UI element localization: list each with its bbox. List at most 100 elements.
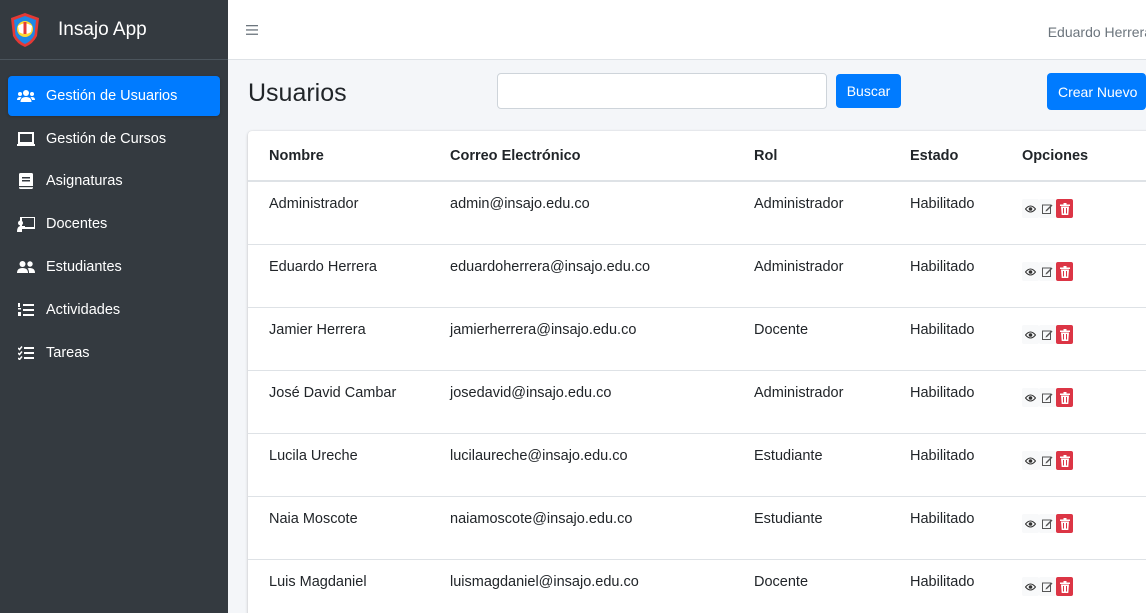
cell-opciones xyxy=(1022,495,1146,559)
chalkboard-teacher-icon xyxy=(17,216,35,232)
sidebar-item-gestion-usuarios[interactable]: Gestión de Usuarios xyxy=(8,76,220,116)
edit-icon[interactable] xyxy=(1039,451,1056,470)
column-header-nombre: Nombre xyxy=(248,131,450,182)
table-row: Lucila Ureche lucilaureche@insajo.edu.co E… xyxy=(248,432,1146,496)
search-button[interactable]: Buscar xyxy=(836,74,901,108)
trash-icon[interactable] xyxy=(1056,199,1073,219)
sidebar-item-label: Estudiantes xyxy=(46,259,122,275)
sidebar-item-label: Asignaturas xyxy=(46,173,123,189)
trash-icon[interactable] xyxy=(1056,451,1073,470)
hamburger-icon[interactable] xyxy=(246,22,258,40)
edit-icon[interactable] xyxy=(1039,262,1056,281)
table-row: Luis Magdaniel luismagdaniel@insajo.edu.c… xyxy=(248,558,1146,613)
page-title: Usuarios xyxy=(248,79,347,107)
table-row: José David Cambar josedavid@insajo.edu.co… xyxy=(248,369,1146,433)
cell-opciones xyxy=(1022,181,1146,244)
row-options xyxy=(1022,199,1073,219)
brand[interactable]: Insajo App xyxy=(0,0,228,60)
eye-icon[interactable] xyxy=(1022,199,1039,219)
sidebar-item-asignaturas[interactable]: Asignaturas xyxy=(8,161,220,201)
cell-rol: Docente xyxy=(754,306,910,370)
cell-rol: Administrador xyxy=(754,195,844,212)
cell-nombre: Administrador xyxy=(269,195,359,212)
edit-icon[interactable] xyxy=(1039,325,1056,344)
sidebar-item-label: Gestión de Usuarios xyxy=(46,88,178,104)
cell-correo: eduardoherrera@insajo.edu.co xyxy=(450,243,754,307)
cell-rol: Docente xyxy=(754,558,910,613)
cell-correo: lucilaureche@insajo.edu.co xyxy=(450,432,754,496)
eye-icon[interactable] xyxy=(1022,325,1039,344)
sidebar-item-actividades[interactable]: Actividades xyxy=(8,290,220,330)
sidebar-item-tareas[interactable]: Tareas xyxy=(8,333,220,373)
cell-rol: Administrador xyxy=(754,243,910,307)
sidebar-item-gestion-cursos[interactable]: Gestión de Cursos xyxy=(8,119,220,159)
column-header-estado: Estado xyxy=(910,131,1022,182)
app-name: Insajo App xyxy=(58,18,147,40)
trash-icon[interactable] xyxy=(1056,325,1073,344)
table-row: Naia Moscote naiamoscote@insajo.edu.co Est… xyxy=(248,495,1146,559)
column-header-opciones: Opciones xyxy=(1022,131,1146,182)
cell-estado: Habilitado xyxy=(910,243,1022,307)
sidebar-item-label: Actividades xyxy=(46,302,121,318)
cell-nombre: Luis Magdaniel xyxy=(248,558,450,613)
eye-icon[interactable] xyxy=(1022,514,1039,533)
edit-icon[interactable] xyxy=(1039,514,1056,533)
cell-rol: Administrador xyxy=(754,369,910,433)
eye-icon[interactable] xyxy=(1022,262,1039,281)
cell-estado: Habilitado xyxy=(910,558,1022,613)
cell-nombre: Lucila Ureche xyxy=(248,432,450,496)
trash-icon[interactable] xyxy=(1056,514,1073,533)
cell-opciones xyxy=(1022,243,1146,307)
column-header-rol: Rol xyxy=(754,131,910,182)
user-menu[interactable]: Eduardo Herrera xyxy=(1048,24,1146,40)
cell-correo: luismagdaniel@insajo.edu.co xyxy=(450,558,754,613)
eye-icon[interactable] xyxy=(1022,577,1039,597)
trash-icon[interactable] xyxy=(1056,577,1073,597)
edit-icon[interactable] xyxy=(1039,388,1056,407)
cell-estado: Habilitado xyxy=(910,195,975,212)
search-input[interactable] xyxy=(497,73,827,109)
table-header-row: Nombre Correo Electrónico Rol Estado Opc… xyxy=(248,131,1146,182)
eye-icon[interactable] xyxy=(1022,388,1039,407)
cell-correo: naiamoscote@insajo.edu.co xyxy=(450,495,754,559)
column-header-correo: Correo Electrónico xyxy=(450,131,754,182)
user-friends-icon xyxy=(17,259,35,275)
cell-opciones xyxy=(1022,432,1146,496)
row-options xyxy=(1022,262,1073,281)
cell-correo: josedavid@insajo.edu.co xyxy=(450,369,754,433)
row-options xyxy=(1022,325,1073,344)
edit-icon[interactable] xyxy=(1039,199,1056,219)
cell-opciones xyxy=(1022,558,1146,613)
sidebar-item-label: Gestión de Cursos xyxy=(46,131,167,147)
cell-correo: jamierherrera@insajo.edu.co xyxy=(450,306,754,370)
users-table: Nombre Correo Electrónico Rol Estado Opc… xyxy=(248,131,1146,613)
cell-opciones xyxy=(1022,306,1146,370)
cell-nombre: José David Cambar xyxy=(248,369,450,433)
sidebar-item-estudiantes[interactable]: Estudiantes xyxy=(8,247,220,287)
sidebar-item-label: Tareas xyxy=(46,345,90,361)
trash-icon[interactable] xyxy=(1056,262,1073,281)
cell-estado: Habilitado xyxy=(910,306,1022,370)
row-options xyxy=(1022,514,1073,533)
users-table-card: Nombre Correo Electrónico Rol Estado Opc… xyxy=(248,131,1146,613)
sidebar-nav: Gestión de Usuarios Gestión de Cursos As… xyxy=(0,60,228,373)
table-row: Jamier Herrera jamierherrera@insajo.edu.c… xyxy=(248,306,1146,370)
eye-icon[interactable] xyxy=(1022,451,1039,470)
cell-opciones xyxy=(1022,369,1146,433)
create-new-button[interactable]: Crear Nuevo xyxy=(1047,73,1146,110)
cell-estado: Habilitado xyxy=(910,495,1022,559)
cell-nombre: Jamier Herrera xyxy=(248,306,450,370)
cell-estado: Habilitado xyxy=(910,369,1022,433)
cell-correo: admin@insajo.edu.co xyxy=(450,195,590,212)
trash-icon[interactable] xyxy=(1056,388,1073,407)
sidebar: Insajo App Gestión de Usuarios Gestión d… xyxy=(0,0,228,613)
table-row: Administrador admin@insajo.edu.co Administ… xyxy=(248,181,1146,244)
sidebar-item-label: Docentes xyxy=(46,216,108,232)
edit-icon[interactable] xyxy=(1039,577,1056,597)
table-row: Eduardo Herrera eduardoherrera@insajo.edu… xyxy=(248,243,1146,307)
sidebar-item-docentes[interactable]: Docentes xyxy=(8,204,220,244)
users-icon xyxy=(17,88,35,104)
book-icon xyxy=(17,173,35,189)
list-ol-icon xyxy=(17,302,35,318)
top-navbar: Eduardo Herrera xyxy=(228,0,1146,60)
